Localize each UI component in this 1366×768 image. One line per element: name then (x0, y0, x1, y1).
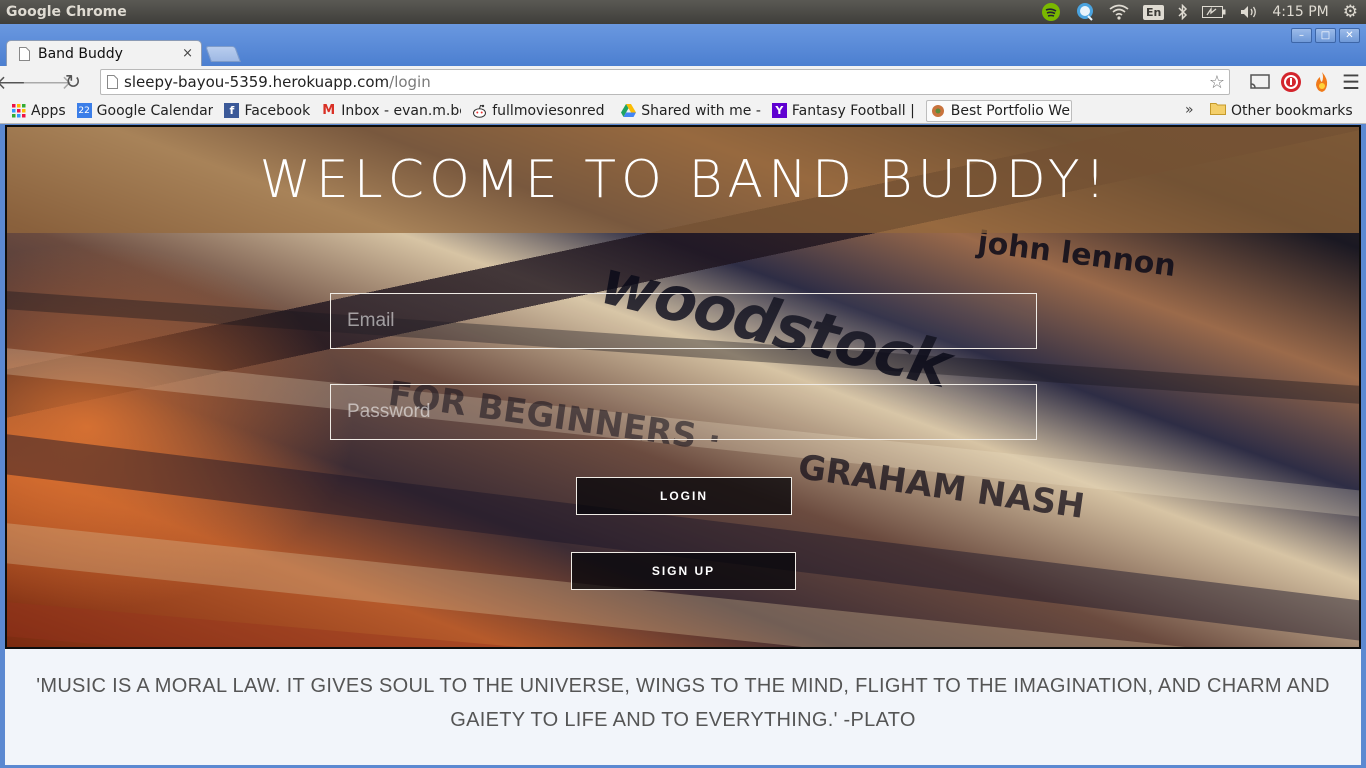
bookmark-label: Google Calendar (96, 102, 214, 119)
window-controls: – □ ✕ (1291, 28, 1360, 43)
bookmarks-bar: Apps 22 Google Calendar f Facebook M Inb… (0, 98, 1366, 124)
tab-title: Band Buddy (38, 45, 123, 62)
clock[interactable]: 4:15 PM (1272, 4, 1328, 20)
bookmark-facebook[interactable]: f Facebook (224, 103, 310, 119)
bookmark-google-calendar[interactable]: 22 Google Calendar (76, 102, 214, 119)
browser-toolbar: 🡐 🡒 ↻ sleepy-bayou-5359.herokuapp.com/lo… (0, 66, 1366, 98)
system-tray: En 4:15 PM ⚙ (1041, 0, 1366, 24)
toolbar-extensions: ☰ (1250, 70, 1360, 94)
other-bookmarks-label: Other bookmarks (1231, 102, 1353, 119)
bookmark-label: Fantasy Football | (791, 102, 915, 119)
login-button[interactable]: LOGIN (576, 477, 792, 515)
volume-icon[interactable] (1240, 5, 1258, 19)
web-page: john lennon woodstock FOR BEGINNERS · GR… (5, 125, 1361, 765)
bookmark-label: Inbox - evan.m.be (341, 102, 462, 119)
bookmark-fullmoviesonreddit[interactable]: fullmoviesonred (472, 103, 610, 119)
bookmark-fantasy-football[interactable]: Y Fantasy Football | (771, 102, 915, 119)
sign-up-button[interactable]: SIGN UP (571, 552, 796, 590)
folder-icon (1210, 102, 1226, 119)
gear-icon[interactable]: ⚙ (1343, 2, 1358, 22)
welcome-banner: WELCOME TO BAND BUDDY! (7, 127, 1359, 233)
page-icon (107, 75, 118, 89)
bluetooth-icon[interactable] (1178, 4, 1188, 20)
quote-text: 'MUSIC IS A MORAL LAW. IT GIVES SOUL TO … (36, 675, 1330, 731)
adblock-icon[interactable] (1280, 71, 1302, 93)
calendar-icon: 22 (76, 103, 92, 118)
menu-icon[interactable]: ☰ (1342, 70, 1360, 94)
reload-button[interactable]: ↻ (60, 69, 86, 95)
background-photo-text: john lennon (975, 224, 1178, 285)
page-icon (19, 46, 30, 61)
bookmark-label: Shared with me - (641, 102, 761, 119)
password-placeholder: Password (347, 401, 431, 422)
page-title: WELCOME TO BAND BUDDY! (259, 150, 1111, 210)
tab-strip: Band Buddy × – □ ✕ (0, 24, 1366, 66)
os-app-name: Google Chrome (6, 4, 127, 20)
battery-icon[interactable] (1202, 6, 1226, 18)
yahoo-icon: Y (771, 103, 787, 118)
close-tab-icon[interactable]: × (182, 46, 193, 61)
reddit-icon (472, 103, 487, 118)
gmail-icon: M (322, 103, 336, 118)
facebook-icon: f (224, 103, 240, 118)
bookmark-inbox[interactable]: M Inbox - evan.m.be (321, 103, 461, 119)
bookmark-shared-with-me[interactable]: Shared with me - (621, 103, 761, 119)
password-input[interactable]: Password (330, 384, 1037, 440)
spotify-icon[interactable] (1041, 2, 1061, 22)
bookmark-label: fullmoviesonred (492, 102, 605, 119)
bookmark-apps[interactable]: Apps (11, 103, 66, 119)
fire-extension-icon[interactable] (1312, 71, 1332, 93)
url-path: /login (389, 73, 431, 91)
address-bar[interactable]: sleepy-bayou-5359.herokuapp.com/login ☆ (100, 69, 1230, 95)
bookmark-label: Facebook (244, 102, 311, 119)
wifi-icon[interactable] (1109, 4, 1129, 20)
bookmark-label: Apps (31, 102, 66, 119)
forward-button[interactable]: 🡒 (22, 69, 73, 95)
drive-icon (621, 103, 637, 118)
chat-icon[interactable] (1075, 2, 1095, 22)
other-bookmarks[interactable]: Other bookmarks (1210, 102, 1353, 119)
email-input[interactable]: Email (330, 293, 1037, 349)
apps-grid-icon (11, 103, 26, 118)
bookmark-star-icon[interactable]: ☆ (1209, 72, 1225, 93)
bookmark-label: Best Portfolio We (950, 102, 1070, 119)
new-tab-button[interactable] (205, 46, 241, 62)
bookmark-best-portfolio[interactable]: Best Portfolio We (925, 99, 1072, 122)
minimize-button[interactable]: – (1291, 28, 1312, 43)
site-icon (931, 103, 946, 118)
maximize-button[interactable]: □ (1315, 28, 1336, 43)
close-window-button[interactable]: ✕ (1339, 28, 1360, 43)
email-placeholder: Email (347, 310, 395, 331)
tab-band-buddy[interactable]: Band Buddy × (6, 40, 202, 66)
browser-window: Band Buddy × – □ ✕ 🡐 🡒 ↻ sleepy-bayou-53… (0, 24, 1366, 768)
cast-icon[interactable] (1250, 73, 1270, 91)
hero-background: john lennon woodstock FOR BEGINNERS · GR… (5, 125, 1361, 649)
url-host: sleepy-bayou-5359.herokuapp.com (124, 73, 390, 91)
keyboard-icon[interactable]: En (1142, 4, 1165, 20)
os-top-panel: Google Chrome En 4:15 PM ⚙ (0, 0, 1366, 24)
more-bookmarks-button[interactable]: » (1185, 102, 1194, 118)
